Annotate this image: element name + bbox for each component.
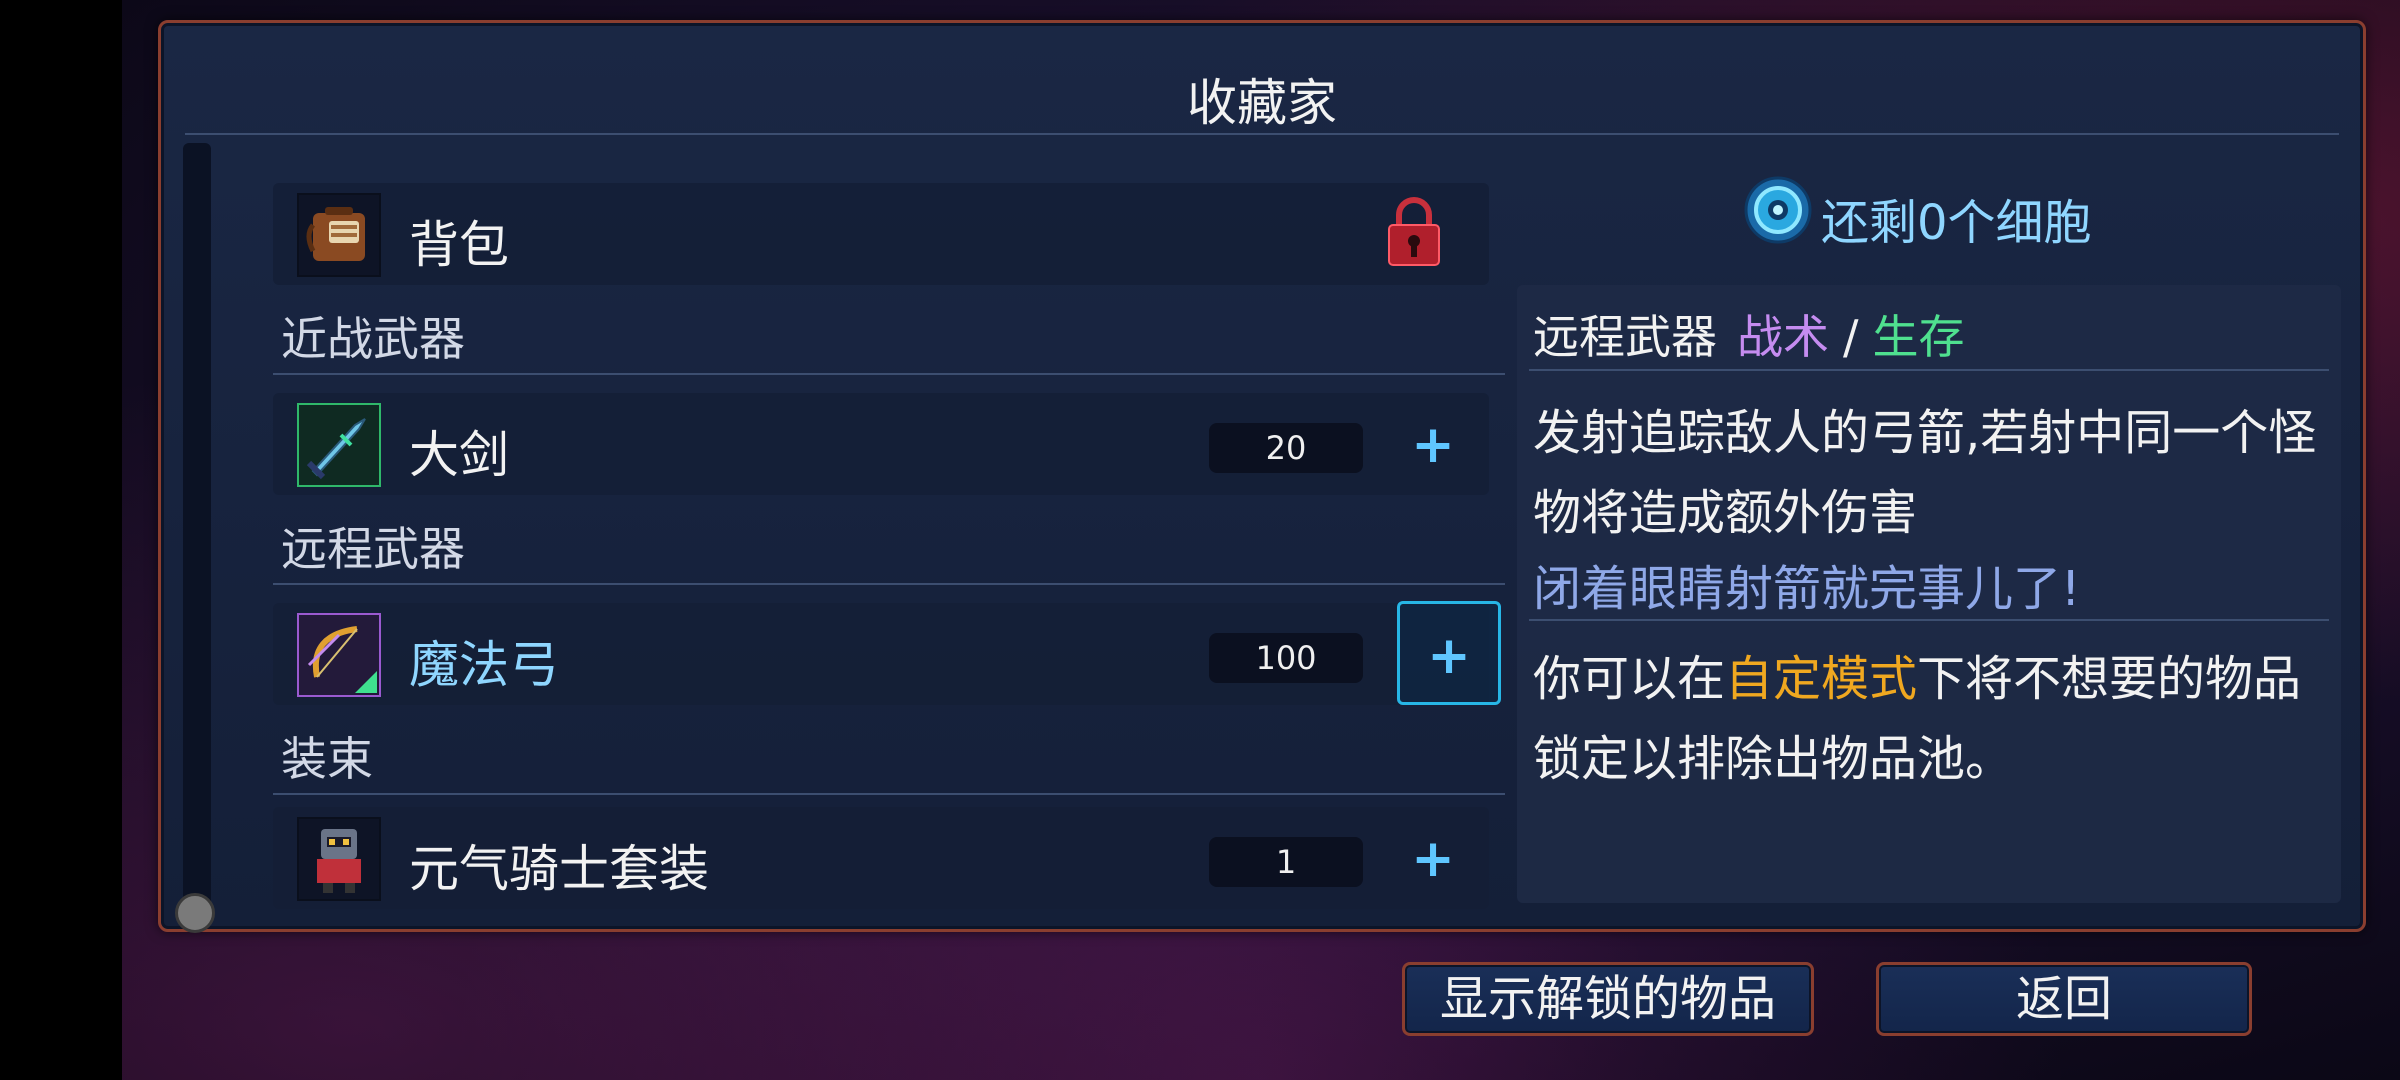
detail-tip: 你可以在自定模式下将不想要的物品锁定以排除出物品池。 — [1533, 639, 2323, 799]
invest-button-greatsword[interactable]: + — [1399, 411, 1467, 479]
invest-button-magic-bow[interactable]: + — [1397, 601, 1501, 705]
detail-category: 远程武器 — [1533, 310, 1717, 364]
cost-badge-magic-bow: 100 — [1209, 633, 1363, 683]
detail-category-line: 远程武器 战术 / 生存 — [1533, 301, 1965, 367]
section-heading-melee: 近战武器 — [281, 312, 465, 366]
tag-tactics: 战术 — [1737, 310, 1829, 364]
show-unlocked-button[interactable]: 显示解锁的物品 — [1402, 962, 1814, 1036]
invest-button-knight-outfit[interactable]: + — [1399, 825, 1467, 893]
list-item-knight-outfit[interactable]: 元气骑士套装 1 + — [273, 807, 1489, 909]
cost-badge-greatsword: 20 — [1209, 423, 1363, 473]
cells-remaining-text: 还剩0个细胞 — [1821, 195, 2092, 251]
item-label-greatsword: 大剑 — [409, 426, 509, 484]
backpack-icon — [297, 193, 381, 277]
cell-icon — [1743, 175, 1813, 245]
knight-outfit-icon — [297, 817, 381, 901]
tip-text-start: 你可以在 — [1533, 651, 1726, 707]
detail-divider — [1529, 369, 2329, 371]
section-heading-outfit: 装束 — [281, 732, 373, 786]
tag-separator: / — [1843, 310, 1859, 364]
section-divider — [273, 793, 1505, 795]
tag-survival: 生存 — [1872, 310, 1965, 364]
collector-panel: 收藏家 背包 近战武器 大剑 20 + 远程武器 魔法弓 100 + 装束 元气… — [158, 20, 2366, 933]
detail-divider — [1529, 619, 2329, 621]
screen-edge — [0, 0, 122, 1080]
lock-icon[interactable] — [1383, 197, 1445, 269]
section-divider — [273, 583, 1505, 585]
detail-description: 发射追踪敌人的弓箭,若射中同一个怪物将造成额外伤害 — [1533, 405, 2317, 541]
magic-bow-icon — [297, 613, 381, 697]
tip-mode-link: 自定模式 — [1725, 651, 1918, 707]
section-divider — [273, 373, 1505, 375]
cost-badge-knight-outfit: 1 — [1209, 837, 1363, 887]
item-label-magic-bow: 魔法弓 — [409, 636, 559, 694]
list-item-backpack[interactable]: 背包 — [273, 183, 1489, 285]
detail-flavor-text: 闭着眼睛射箭就完事儿了! — [1533, 561, 2081, 617]
list-item-magic-bow[interactable]: 魔法弓 100 + — [273, 601, 1501, 705]
section-heading-ranged: 远程武器 — [281, 522, 465, 576]
list-item-greatsword[interactable]: 大剑 20 + — [273, 393, 1489, 495]
greatsword-icon — [297, 403, 381, 487]
back-button[interactable]: 返回 — [1876, 962, 2252, 1036]
item-label-knight-outfit: 元气骑士套装 — [409, 840, 709, 898]
item-label-backpack: 背包 — [409, 216, 509, 274]
game-screen: 收藏家 背包 近战武器 大剑 20 + 远程武器 魔法弓 100 + 装束 元气… — [0, 0, 2400, 1080]
